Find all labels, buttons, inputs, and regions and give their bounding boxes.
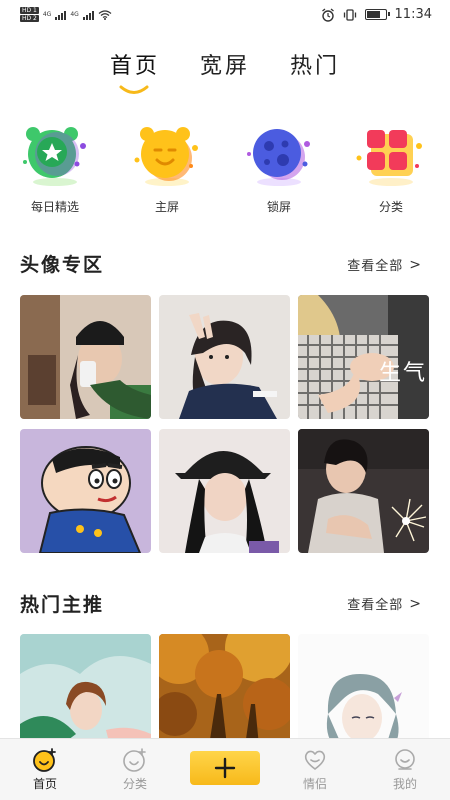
daily-picks-icon bbox=[23, 127, 86, 186]
nav-couple[interactable]: 情侣 bbox=[280, 747, 350, 792]
profile-face-icon bbox=[395, 749, 415, 770]
sim2-network-type: 4G bbox=[70, 11, 79, 18]
status-bar: HD 1 HD 2 4G 4G 11:34 bbox=[0, 0, 450, 30]
nav-label: 我的 bbox=[392, 777, 417, 791]
photo-image bbox=[159, 295, 290, 419]
category-home-screen[interactable]: 主屏 bbox=[122, 124, 212, 215]
photo-image bbox=[20, 295, 151, 419]
nav-category[interactable]: 分类 bbox=[100, 747, 170, 792]
view-all-label: 查看全部 bbox=[347, 598, 404, 613]
hot-grid bbox=[20, 634, 430, 746]
status-right: 11:34 bbox=[321, 7, 432, 22]
category-face-icon bbox=[123, 748, 146, 772]
category-row: 每日精选 主屏 锁屏 分类 bbox=[0, 124, 450, 224]
signal-1-icon bbox=[55, 10, 67, 20]
photo-image bbox=[20, 429, 151, 553]
category-icon bbox=[356, 130, 422, 186]
nav-profile[interactable]: 我的 bbox=[370, 747, 440, 792]
plus-icon bbox=[214, 757, 236, 779]
sim1-network-type: 4G bbox=[42, 11, 52, 18]
vibrate-icon bbox=[343, 8, 356, 21]
clock: 11:34 bbox=[394, 7, 432, 22]
category-lock-screen[interactable]: 锁屏 bbox=[234, 124, 324, 215]
signal-2-icon bbox=[82, 10, 94, 20]
category-classify[interactable]: 分类 bbox=[346, 124, 436, 215]
nav-home[interactable]: 首页 bbox=[10, 747, 80, 792]
photo-image bbox=[298, 429, 429, 553]
category-label: 每日精选 bbox=[30, 200, 79, 214]
add-button[interactable] bbox=[190, 751, 260, 785]
nav-label: 情侣 bbox=[302, 777, 327, 791]
active-tab-indicator bbox=[119, 85, 149, 94]
sim2-hd-badge: HD 2 bbox=[20, 15, 39, 22]
avatar-cartoon-boy[interactable] bbox=[20, 429, 151, 553]
chevron-right-icon: > bbox=[409, 256, 422, 273]
hot-section-title: 热门主推 bbox=[20, 594, 105, 616]
avatar-grid: 生气 bbox=[20, 295, 430, 553]
avatar-girl-cap[interactable] bbox=[159, 429, 290, 553]
tab-popular[interactable]: 热门 bbox=[290, 48, 340, 80]
nav-label: 分类 bbox=[122, 777, 147, 791]
avatar-baby-plaid[interactable]: 生气 bbox=[298, 295, 429, 419]
alarm-icon bbox=[321, 7, 334, 22]
hot-autumn-forest[interactable] bbox=[159, 634, 290, 746]
avatar-view-all-link[interactable]: 查看全部 > bbox=[347, 255, 422, 275]
home-screen-icon bbox=[134, 127, 198, 186]
status-left: HD 1 HD 2 4G 4G bbox=[20, 7, 112, 22]
photo-image bbox=[298, 634, 429, 746]
photo-image bbox=[159, 634, 290, 746]
avatar-girl-peace-sign[interactable] bbox=[159, 295, 290, 419]
hot-illustration-girl[interactable] bbox=[20, 634, 151, 746]
tile-caption: 生气 bbox=[378, 361, 427, 386]
avatar-girl-sparkler[interactable] bbox=[298, 429, 429, 553]
avatar-girl-beanie[interactable] bbox=[20, 295, 151, 419]
photo-image bbox=[159, 429, 290, 553]
top-tabs: 首页 宽屏 热门 bbox=[0, 48, 450, 98]
category-label: 分类 bbox=[378, 200, 403, 214]
lock-screen-icon bbox=[247, 129, 310, 186]
tab-home[interactable]: 首页 bbox=[110, 48, 160, 80]
photo-image bbox=[20, 634, 151, 746]
bottom-nav: 首页 分类 情侣 我的 bbox=[0, 738, 450, 800]
tab-widescreen[interactable]: 宽屏 bbox=[200, 48, 250, 80]
view-all-label: 查看全部 bbox=[347, 259, 404, 274]
battery-icon bbox=[364, 9, 390, 20]
sim1-hd-badge: HD 1 bbox=[20, 7, 39, 14]
category-label: 锁屏 bbox=[266, 200, 291, 214]
hot-sketch-girl[interactable] bbox=[298, 634, 429, 746]
home-face-icon bbox=[33, 748, 56, 772]
category-daily-picks[interactable]: 每日精选 bbox=[10, 124, 100, 215]
nav-label: 首页 bbox=[32, 777, 57, 791]
wifi-icon bbox=[98, 9, 112, 20]
hot-view-all-link[interactable]: 查看全部 > bbox=[347, 594, 422, 614]
category-label: 主屏 bbox=[154, 200, 179, 214]
chevron-right-icon: > bbox=[409, 595, 422, 612]
avatar-section-title: 头像专区 bbox=[20, 254, 105, 276]
couple-heart-icon bbox=[304, 750, 326, 770]
